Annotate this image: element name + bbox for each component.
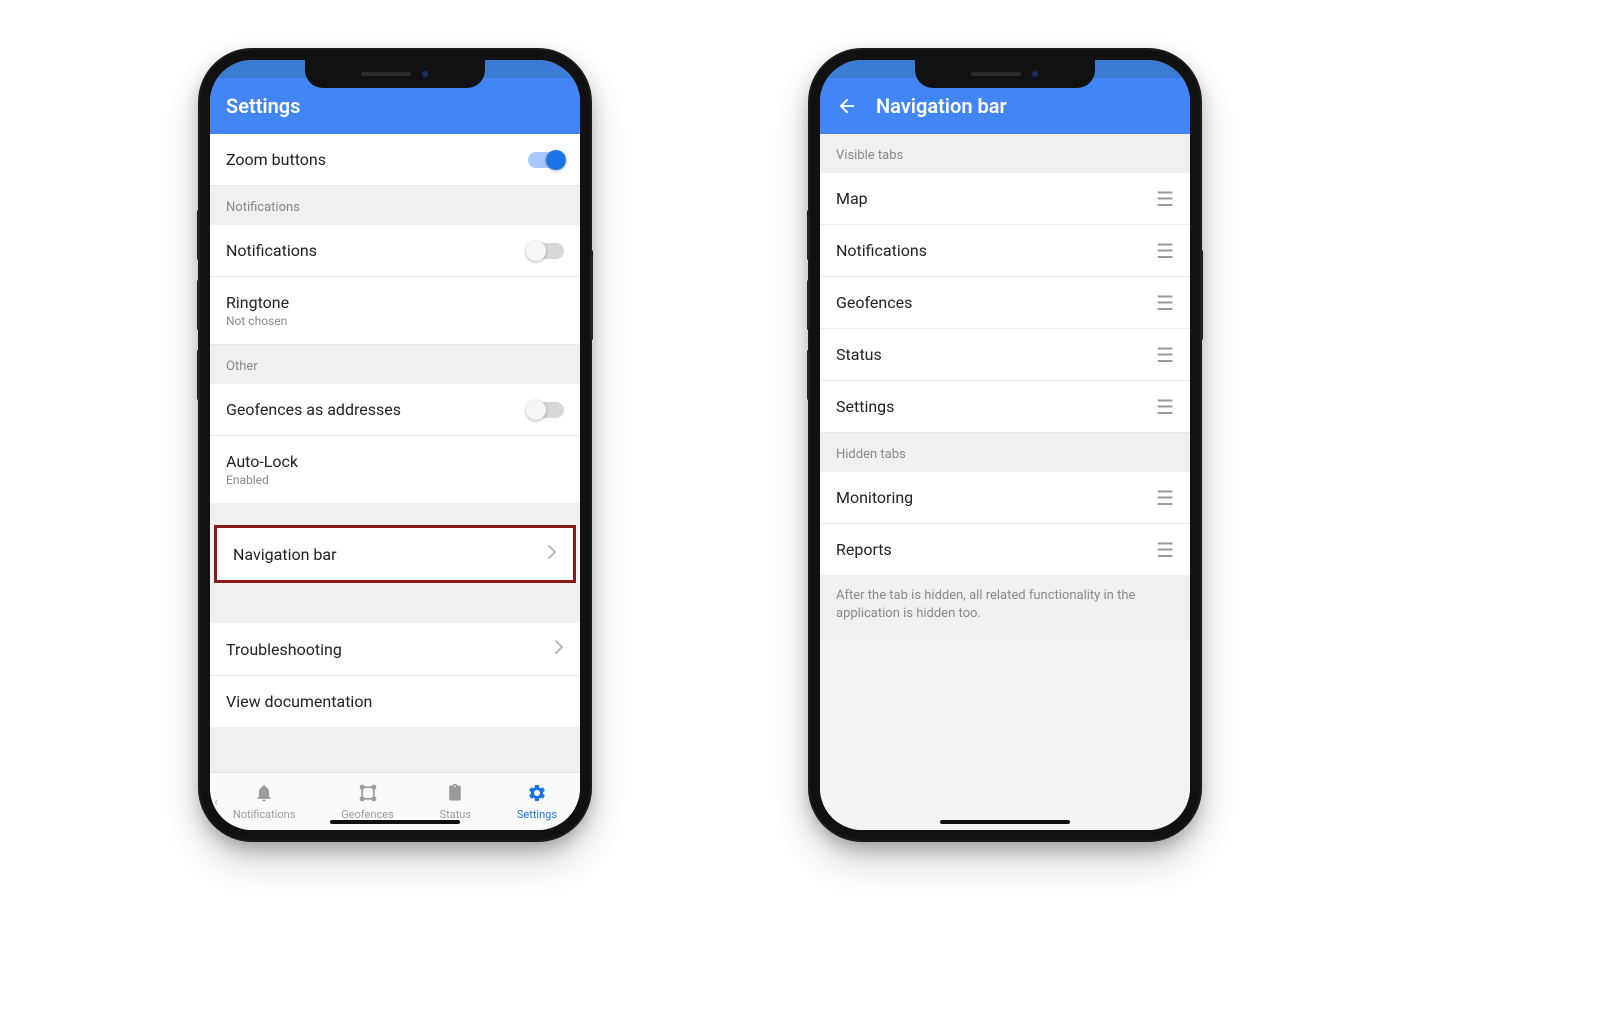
section-header-notifications: Notifications [210,185,580,225]
tab-label: Status [440,808,471,821]
screen: Navigation bar Visible tabs Map ☰ Notifi… [820,60,1190,830]
drag-handle-icon[interactable]: ☰ [1156,403,1174,411]
drag-handle-icon[interactable]: ☰ [1156,546,1174,554]
row-label: Map [836,189,1156,208]
tab-label: Geofences [341,808,393,821]
clipboard-icon [445,783,465,806]
phone-mockup-navbar: Navigation bar Visible tabs Map ☰ Notifi… [810,50,1200,840]
row-ringtone[interactable]: Ringtone Not chosen [210,276,580,344]
drag-handle-icon[interactable]: ☰ [1156,351,1174,359]
back-button[interactable] [836,95,858,117]
drag-handle-icon[interactable]: ☰ [1156,299,1174,307]
tab-label: Settings [517,808,557,821]
chevron-left-icon[interactable]: ‹ [214,794,218,810]
row-label: Ringtone [226,293,564,312]
row-label: Notifications [226,241,528,260]
tab-row-status[interactable]: Status ☰ [820,328,1190,380]
row-sub: Not chosen [226,314,564,328]
drag-handle-icon[interactable]: ☰ [1156,195,1174,203]
row-label: Monitoring [836,488,1156,507]
tab-row-reports[interactable]: Reports ☰ [820,523,1190,575]
section-header-visible: Visible tabs [820,134,1190,173]
drag-handle-icon[interactable]: ☰ [1156,494,1174,502]
row-label: Navigation bar [233,545,547,564]
row-label: View documentation [226,692,564,711]
page-title: Settings [226,94,300,118]
tab-row-settings[interactable]: Settings ☰ [820,380,1190,432]
row-view-documentation[interactable]: View documentation [210,675,580,727]
row-label: Notifications [836,241,1156,260]
row-label: Status [836,345,1156,364]
tab-row-map[interactable]: Map ☰ [820,173,1190,224]
navbar-config-list: Visible tabs Map ☰ Notifications ☰ Geofe… [820,134,1190,830]
row-label: Troubleshooting [226,640,554,659]
tab-row-notifications[interactable]: Notifications ☰ [820,224,1190,276]
row-label: Reports [836,540,1156,559]
row-label: Settings [836,397,1156,416]
phone-notch [305,60,485,88]
tab-notifications[interactable]: Notifications [233,783,296,821]
row-sub: Enabled [226,473,564,487]
section-header-other: Other [210,344,580,384]
footer-hint: After the tab is hidden, all related fun… [820,575,1190,640]
settings-list: Zoom buttons Notifications Notifications… [210,134,580,772]
phone-mockup-settings: Settings Zoom buttons Notifications Noti… [200,50,590,840]
toggle-zoom[interactable] [528,152,564,168]
toggle-geofences-addresses[interactable] [528,402,564,418]
row-notifications[interactable]: Notifications [210,225,580,276]
chevron-right-icon [554,639,564,659]
highlighted-row-frame: Navigation bar [214,525,576,583]
geofence-icon [358,783,378,806]
row-navigation-bar[interactable]: Navigation bar [217,528,573,580]
row-label: Geofences as addresses [226,400,528,419]
tab-row-geofences[interactable]: Geofences ☰ [820,276,1190,328]
row-geofences-addresses[interactable]: Geofences as addresses [210,384,580,435]
home-indicator [940,820,1070,824]
tab-status[interactable]: Status [440,783,471,821]
phone-notch [915,60,1095,88]
tab-row-monitoring[interactable]: Monitoring ☰ [820,472,1190,523]
bell-icon [254,783,274,806]
tab-settings[interactable]: Settings [517,783,557,821]
row-zoom-buttons[interactable]: Zoom buttons [210,134,580,185]
arrow-left-icon [836,95,858,117]
home-indicator [330,820,460,824]
chevron-right-icon [547,544,557,564]
toggle-notifications[interactable] [528,243,564,259]
screen: Settings Zoom buttons Notifications Noti… [210,60,580,830]
row-label: Auto-Lock [226,452,564,471]
page-title: Navigation bar [876,94,1007,118]
section-header-hidden: Hidden tabs [820,432,1190,472]
row-label: Zoom buttons [226,150,528,169]
row-autolock[interactable]: Auto-Lock Enabled [210,435,580,503]
row-troubleshooting[interactable]: Troubleshooting [210,623,580,675]
row-label: Geofences [836,293,1156,312]
drag-handle-icon[interactable]: ☰ [1156,247,1174,255]
tab-label: Notifications [233,808,296,821]
gear-icon [527,783,547,806]
tab-geofences[interactable]: Geofences [341,783,393,821]
